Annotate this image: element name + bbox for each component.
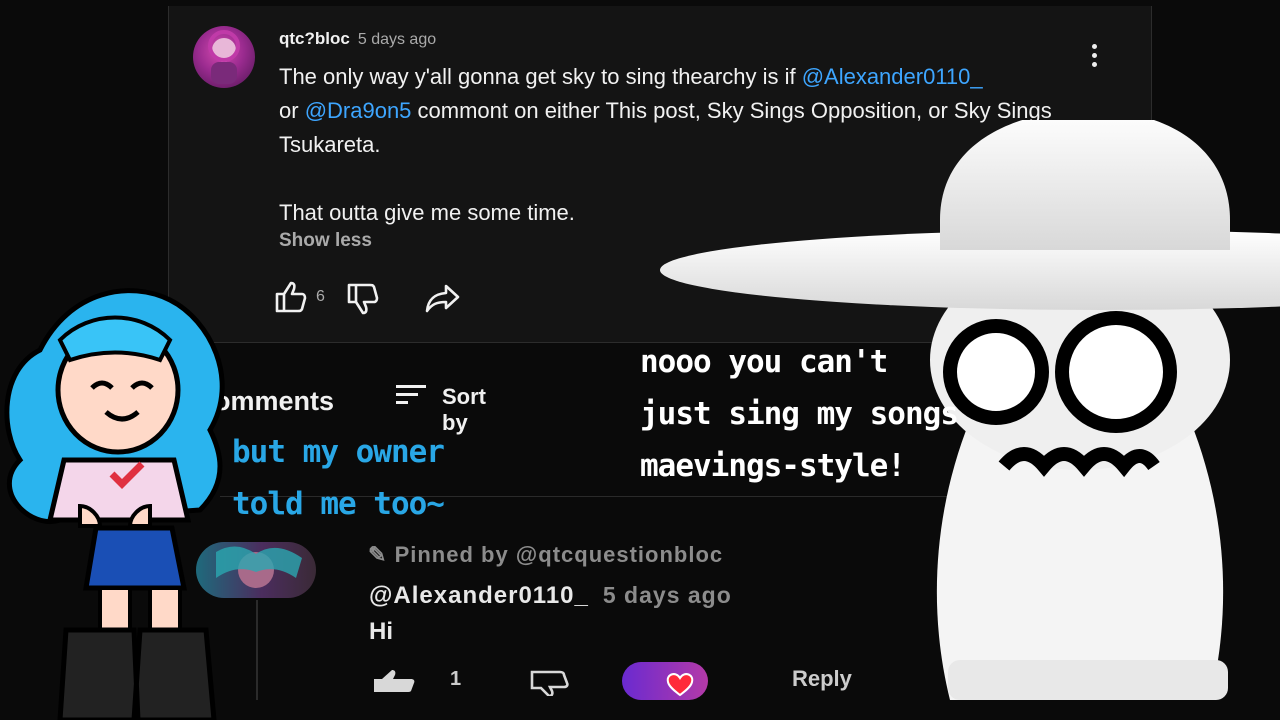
- sort-icon: [396, 385, 426, 404]
- caption-line: maevings-style!: [640, 448, 906, 484]
- comment-header: qtc?bloc 5 days ago: [279, 29, 436, 49]
- caption-line: nooo you can't: [640, 344, 888, 380]
- reply-like-icon[interactable]: [372, 668, 418, 694]
- share-icon[interactable]: [424, 282, 462, 314]
- mention-link[interactable]: @Alexander0110_: [802, 64, 983, 89]
- caption-line: but my owner: [232, 434, 445, 470]
- reply-dislike-icon[interactable]: [528, 668, 574, 696]
- pin-icon: ✎: [368, 542, 388, 567]
- comment-time[interactable]: 5 days ago: [358, 31, 436, 48]
- sort-by-button[interactable]: Sort by: [395, 382, 486, 435]
- reply-author[interactable]: @Alexander0110_: [369, 582, 589, 609]
- show-less-button[interactable]: Show less: [279, 230, 372, 252]
- reply-text: Hi: [369, 618, 393, 645]
- blue-caption: but my owner told me too~: [232, 426, 445, 530]
- mention-link[interactable]: @Dra9on5: [305, 98, 412, 123]
- comment-author[interactable]: qtc?bloc: [279, 29, 350, 48]
- dislike-icon[interactable]: [346, 282, 382, 316]
- more-actions-icon[interactable]: [1086, 44, 1102, 70]
- like-count: 6: [316, 288, 325, 305]
- reply-like-count: 1: [450, 668, 462, 690]
- comment-text-part: That outta give me some time.: [279, 200, 575, 225]
- comment-text-part: The only way y'all gonna get sky to sing…: [279, 64, 802, 89]
- caption-line: told me too~: [232, 486, 445, 522]
- comment-text-part: or: [279, 98, 305, 123]
- thread-line: [256, 600, 258, 700]
- like-icon[interactable]: [274, 280, 310, 314]
- author-avatar[interactable]: [193, 26, 255, 88]
- girlfriend-character-image: [4, 288, 225, 720]
- white-caption: nooo you can't just sing my songs maevin…: [640, 336, 959, 492]
- sort-by-label: Sort by: [442, 384, 486, 435]
- caption-line: just sing my songs: [640, 396, 959, 432]
